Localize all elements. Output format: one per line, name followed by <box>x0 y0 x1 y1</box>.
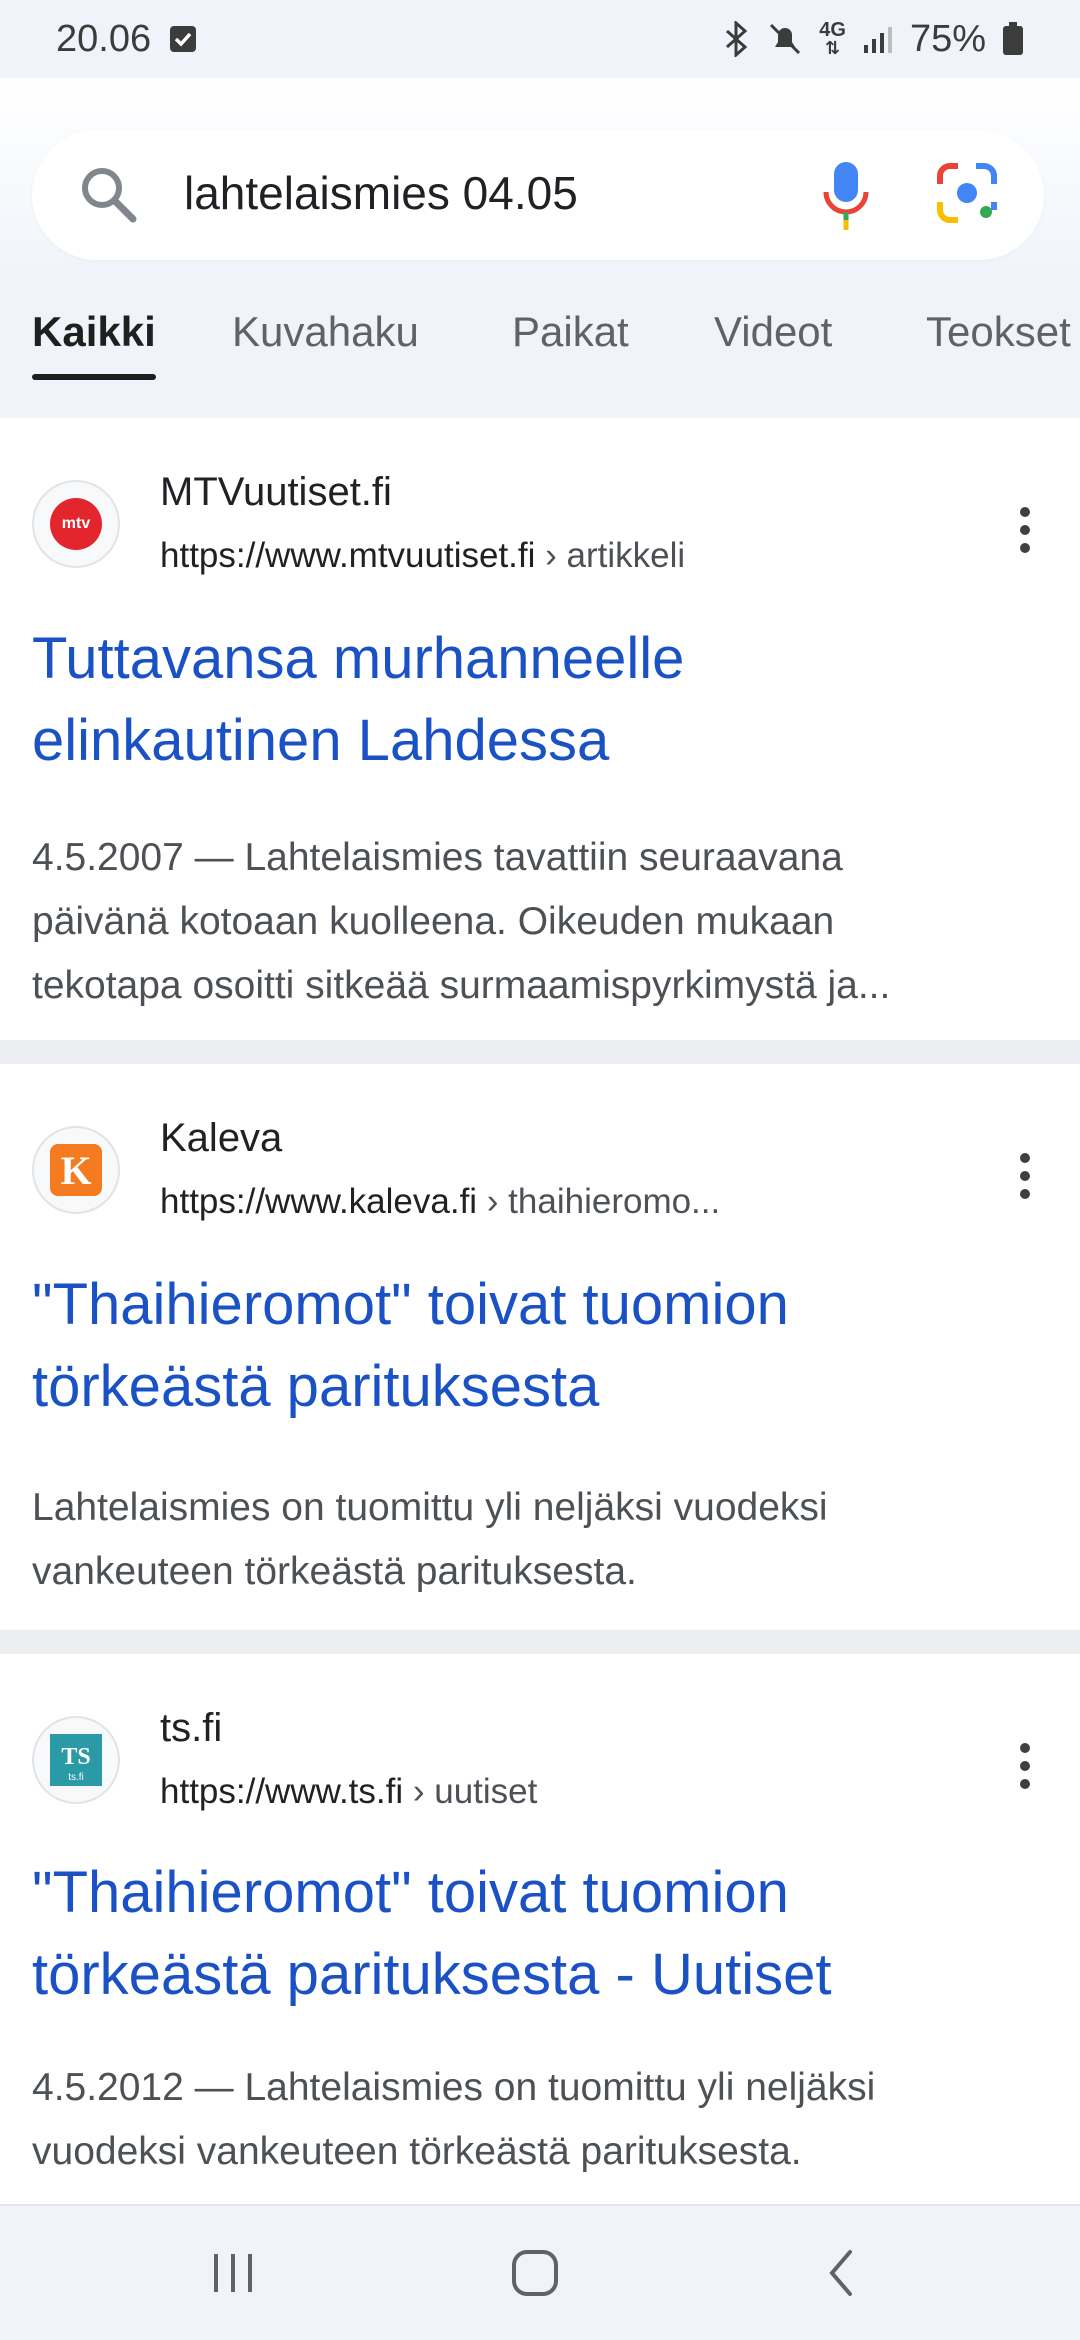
tab-kuvahaku[interactable]: Kuvahaku <box>232 308 419 374</box>
snippet-line: tekotapa osoitti sitkeää surmaamispyrkim… <box>32 964 891 1007</box>
search-result: K Kaleva https://www.kaleva.fi › thaihie… <box>0 1064 1080 1630</box>
more-options-icon[interactable] <box>1010 1738 1040 1803</box>
result-title-line: "Thaihieromot" toivat tuomion <box>32 1860 789 1925</box>
signal-icon <box>862 23 894 55</box>
result-site-name[interactable]: MTVuutiset.fi <box>160 470 392 515</box>
bluetooth-icon <box>721 21 751 57</box>
snippet-line: 4.5.2007 — Lahtelaismies tavattiin seura… <box>32 836 843 879</box>
result-title-line: Tuttavansa murhanneelle <box>32 626 685 691</box>
svg-text:mtv: mtv <box>62 515 91 532</box>
kaleva-favicon-icon: K <box>32 1126 120 1214</box>
search-bar[interactable]: lahtelaismies 04.05 <box>32 130 1044 260</box>
result-title-link[interactable]: "Thaihieromot" toivat tuomion törkeästä … <box>32 1852 1042 2016</box>
result-snippet: 4.5.2012 — Lahtelaismies on tuomittu yli… <box>32 2056 1052 2184</box>
result-url-crumb: › artikkeli <box>535 536 686 575</box>
microphone-icon[interactable] <box>820 158 872 239</box>
result-site-name[interactable]: ts.fi <box>160 1706 222 1751</box>
result-divider <box>0 1630 1080 1654</box>
system-navigation-bar <box>0 2204 1080 2340</box>
status-time: 20.06 <box>56 17 152 60</box>
mtv-favicon-icon: mtv <box>32 480 120 568</box>
result-title-link[interactable]: Tuttavansa murhanneelle elinkautinen Lah… <box>32 618 1042 782</box>
snippet-line: vankeuteen törkeästä parituksesta. <box>32 1550 637 1593</box>
result-title-line: törkeästä parituksesta <box>32 1354 600 1419</box>
battery-level: 75% <box>909 17 986 60</box>
search-header: lahtelaismies 04.05 Kaikki Kuvahaku Paik… <box>0 78 1080 418</box>
result-url-crumb: › thaihieromo... <box>477 1182 721 1221</box>
network-type-icon: 4G ⇅ <box>819 19 846 58</box>
result-divider <box>0 1040 1080 1064</box>
result-title-line: törkeästä parituksesta - Uutiset <box>32 1942 832 2007</box>
checkbox-notification-icon <box>169 25 197 53</box>
result-snippet: 4.5.2007 — Lahtelaismies tavattiin seura… <box>32 826 1052 1018</box>
svg-text:TS: TS <box>61 1744 90 1770</box>
tab-paikat[interactable]: Paikat <box>512 308 629 374</box>
result-url-base: https://www.ts.fi <box>160 1772 404 1811</box>
result-url-crumb: › uutiset <box>403 1772 538 1811</box>
snippet-line: päivänä kotoaan kuolleena. Oikeuden muka… <box>32 900 835 943</box>
result-snippet: Lahtelaismies on tuomittu yli neljäksi v… <box>32 1476 1052 1604</box>
search-icon[interactable] <box>78 164 140 231</box>
status-bar: 20.06 4G ⇅ 75% <box>0 0 1080 78</box>
search-tabs: Kaikki Kuvahaku Paikat Videot Teokset <box>0 308 1080 388</box>
battery-icon <box>1002 22 1024 56</box>
more-options-icon[interactable] <box>1010 1148 1040 1213</box>
ts-favicon-icon: TS ts.fi <box>32 1716 120 1804</box>
search-result: mtv MTVuutiset.fi https://www.mtvuutiset… <box>0 418 1080 1040</box>
more-options-icon[interactable] <box>1010 502 1040 567</box>
result-title-line: "Thaihieromot" toivat tuomion <box>32 1272 789 1337</box>
recent-apps-icon[interactable] <box>208 2248 258 2303</box>
result-site-name[interactable]: Kaleva <box>160 1116 282 1161</box>
search-input[interactable]: lahtelaismies 04.05 <box>184 166 578 220</box>
tab-videot[interactable]: Videot <box>714 308 832 374</box>
home-icon[interactable] <box>510 2248 560 2303</box>
snippet-line: 4.5.2012 — Lahtelaismies on tuomittu yli… <box>32 2066 876 2109</box>
search-result: TS ts.fi ts.fi https://www.ts.fi › uutise… <box>0 1654 1080 2214</box>
result-url[interactable]: https://www.ts.fi › uutiset <box>160 1772 537 1812</box>
network-label: 4G <box>819 19 846 41</box>
result-title-link[interactable]: "Thaihieromot" toivat tuomion törkeästä … <box>32 1264 1042 1428</box>
snippet-line: vuodeksi vankeuteen törkeästä paritukses… <box>32 2130 802 2173</box>
result-url-base: https://www.kaleva.fi <box>160 1182 478 1221</box>
tab-kaikki[interactable]: Kaikki <box>32 308 156 380</box>
svg-text:K: K <box>60 1148 91 1193</box>
result-url[interactable]: https://www.kaleva.fi › thaihieromo... <box>160 1182 720 1222</box>
google-lens-icon[interactable] <box>934 160 1000 231</box>
result-title-line: elinkautinen Lahdessa <box>32 708 610 773</box>
snippet-line: Lahtelaismies on tuomittu yli neljäksi v… <box>32 1486 828 1529</box>
tab-teokset[interactable]: Teokset <box>926 308 1071 374</box>
back-icon[interactable] <box>816 2248 866 2303</box>
mute-icon <box>767 21 803 57</box>
result-url-base: https://www.mtvuutiset.fi <box>160 536 536 575</box>
result-url[interactable]: https://www.mtvuutiset.fi › artikkeli <box>160 536 685 576</box>
svg-text:ts.fi: ts.fi <box>68 1772 84 1783</box>
